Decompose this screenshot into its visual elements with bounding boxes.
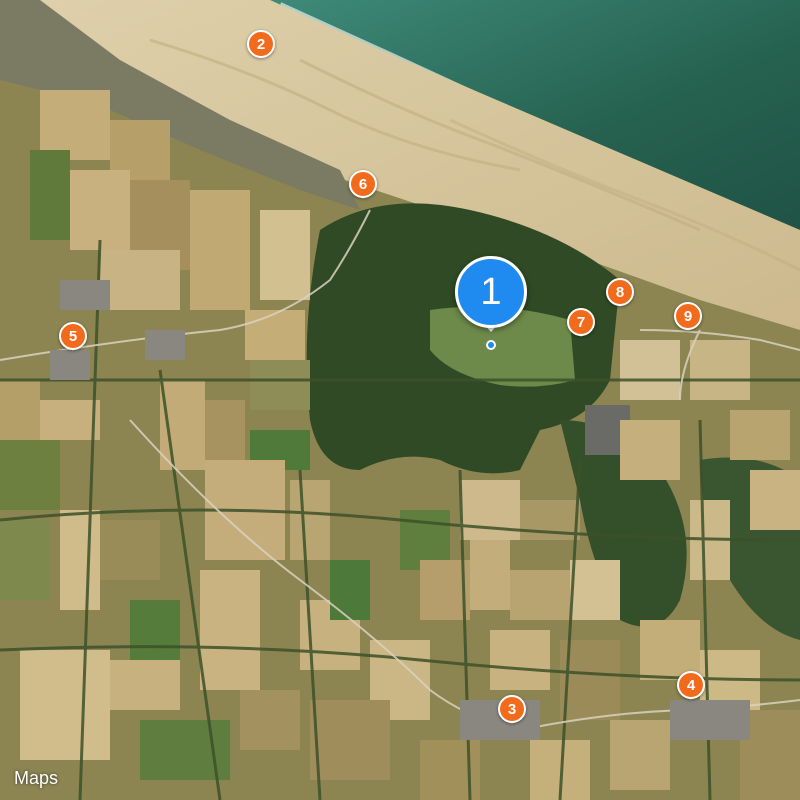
maps-attribution[interactable]: Maps (12, 768, 58, 789)
attribution-text: Maps (14, 768, 59, 788)
pin-8-label: 8 (606, 278, 634, 306)
map-pin-6[interactable]: 6 (348, 170, 378, 200)
map-pin-7[interactable]: 7 (566, 308, 596, 338)
map-pin-5[interactable]: 5 (58, 322, 88, 352)
map-pin-8[interactable]: 8 (605, 278, 635, 308)
pin-7-label: 7 (567, 308, 595, 336)
pin-3-label: 3 (498, 695, 526, 723)
map-pin-9[interactable]: 9 (673, 302, 703, 332)
map-view[interactable]: 1 2 3 4 5 6 7 8 9 Maps (0, 0, 800, 800)
pin-9-label: 9 (674, 302, 702, 330)
location-dot-icon (486, 340, 496, 350)
map-pin-4[interactable]: 4 (676, 671, 706, 701)
pin-2-label: 2 (247, 30, 275, 58)
map-pin-1[interactable]: 1 (455, 256, 527, 350)
map-pin-3[interactable]: 3 (497, 695, 527, 725)
pin-4-label: 4 (677, 671, 705, 699)
map-pin-2[interactable]: 2 (246, 30, 276, 60)
pin-6-label: 6 (349, 170, 377, 198)
pin-1-label: 1 (455, 256, 527, 328)
pin-5-label: 5 (59, 322, 87, 350)
